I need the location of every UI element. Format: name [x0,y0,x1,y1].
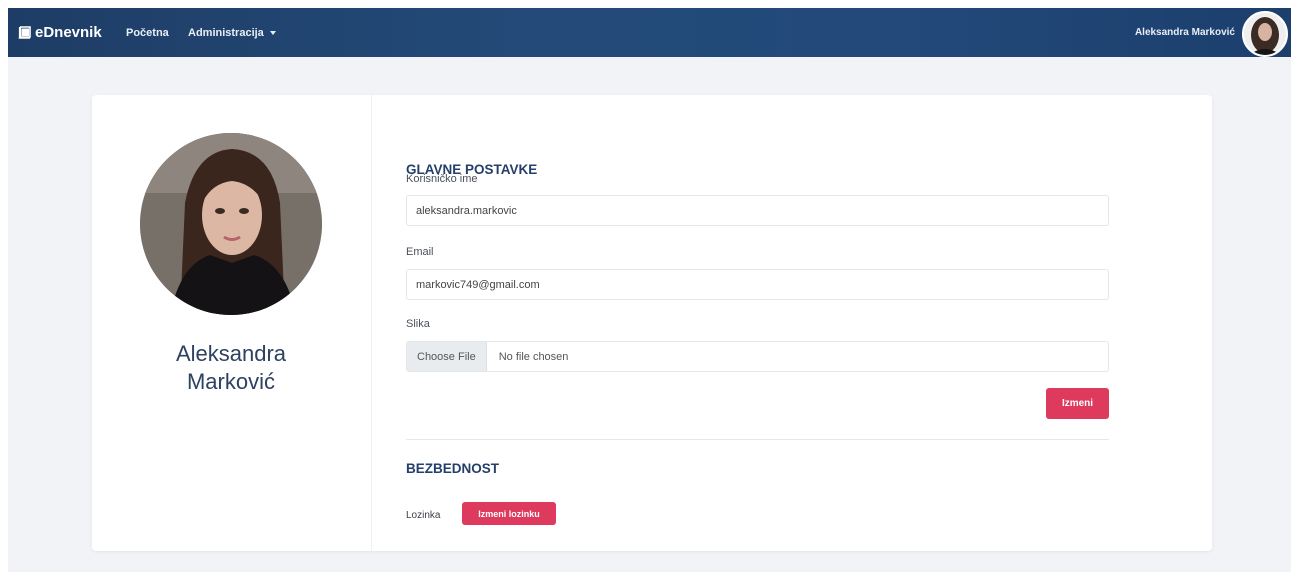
brand-link[interactable]: eDnevnik [18,8,102,57]
profile-name: Aleksandra Marković [175,341,287,394]
image-file-input[interactable]: Choose File No file chosen [406,341,1109,372]
change-password-button[interactable]: Izmeni lozinku [462,502,556,525]
username-input[interactable] [406,195,1109,226]
nav-link-pocetna[interactable]: Početna [126,8,169,57]
profile-photo-icon [140,133,322,315]
email-input[interactable] [406,269,1109,300]
caret-down-icon [269,30,276,35]
username-label: Korisničko ime [406,173,478,185]
password-label: Lozinka [406,510,441,521]
profile-avatar [140,133,322,315]
top-navbar: eDnevnik Početna Administracija Aleksand… [8,8,1291,57]
avatar-photo-icon [1244,13,1286,55]
section-divider [406,439,1109,440]
choose-file-button[interactable]: Choose File [407,342,487,371]
izmeni-button[interactable]: Izmeni [1046,388,1109,419]
image-label: Slika [406,318,430,330]
nav-dropdown-administracija[interactable]: Administracija [188,8,276,57]
nav-user-name[interactable]: Aleksandra Marković [1135,8,1235,57]
security-title: BEZBEDNOST [406,461,500,476]
nav-avatar[interactable] [1242,11,1288,57]
email-label: Email [406,246,434,258]
book-icon [18,26,31,39]
nav-dropdown-label: Administracija [188,26,264,39]
brand-text: eDnevnik [35,24,102,41]
card-divider [371,95,372,551]
no-file-text: No file chosen [498,350,569,363]
profile-card: Aleksandra Marković GLAVNE POSTAVKE Kori… [92,95,1212,551]
